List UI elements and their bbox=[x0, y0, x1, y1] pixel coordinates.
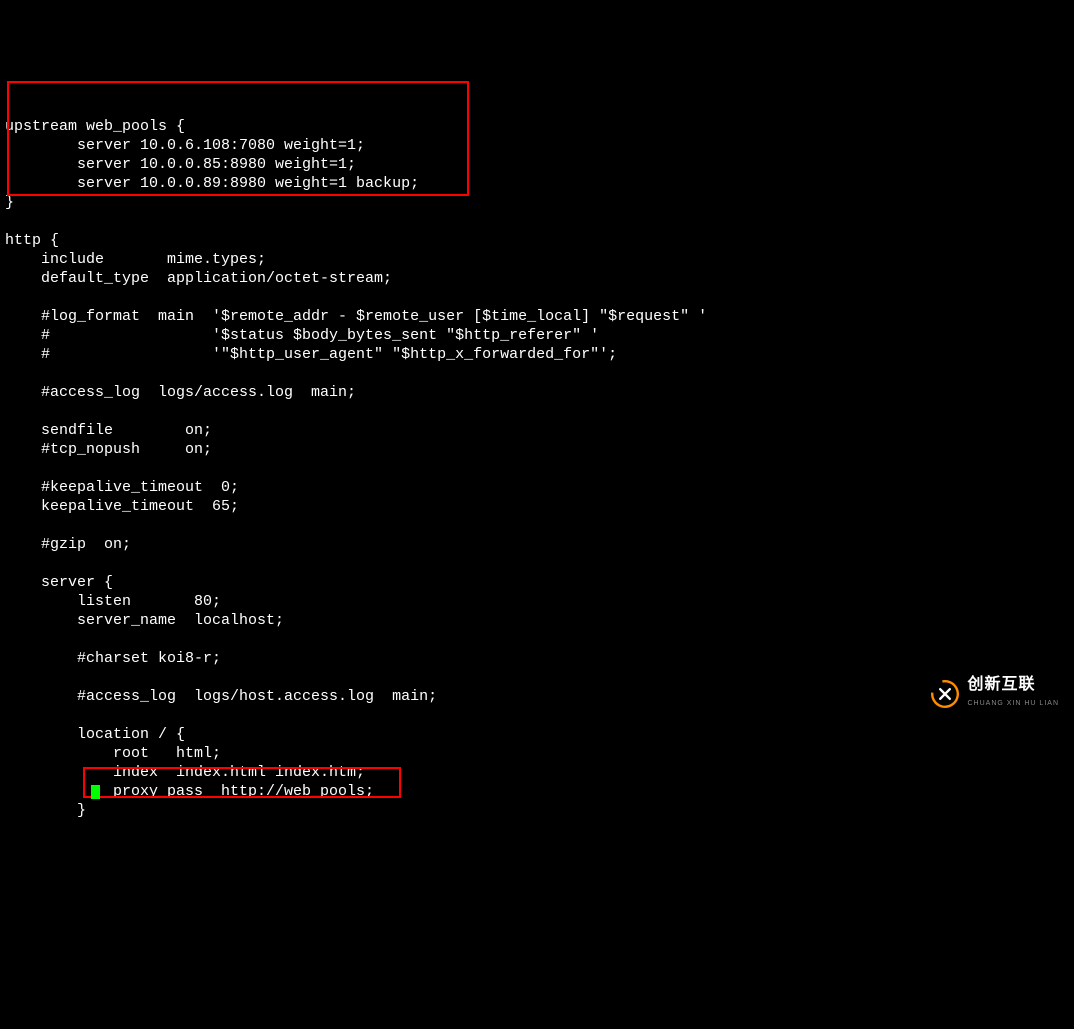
logo-sub-text: CHUANG XIN HU LIAN bbox=[967, 694, 1059, 713]
code-line bbox=[5, 364, 1069, 383]
code-line: listen 80; bbox=[5, 592, 1069, 611]
code-line bbox=[5, 288, 1069, 307]
code-line: keepalive_timeout 65; bbox=[5, 497, 1069, 516]
code-line: #access_log logs/host.access.log main; bbox=[5, 687, 1069, 706]
code-line: # '$status $body_bytes_sent "$http_refer… bbox=[5, 326, 1069, 345]
code-line: #access_log logs/access.log main; bbox=[5, 383, 1069, 402]
terminal-code-view: upstream web_pools { server 10.0.6.108:7… bbox=[5, 79, 1069, 896]
code-line: sendfile on; bbox=[5, 421, 1069, 440]
code-line: server_name localhost; bbox=[5, 611, 1069, 630]
terminal-cursor bbox=[91, 785, 100, 799]
watermark-logo: 创新互联 CHUANG XIN HU LIAN bbox=[929, 675, 1059, 713]
code-line: http { bbox=[5, 231, 1069, 250]
code-line bbox=[5, 212, 1069, 231]
code-line: server 10.0.6.108:7080 weight=1; bbox=[5, 136, 1069, 155]
code-line: server { bbox=[5, 573, 1069, 592]
code-line: default_type application/octet-stream; bbox=[5, 269, 1069, 288]
code-line bbox=[5, 668, 1069, 687]
code-line: include mime.types; bbox=[5, 250, 1069, 269]
code-line: #log_format main '$remote_addr - $remote… bbox=[5, 307, 1069, 326]
code-line bbox=[5, 402, 1069, 421]
code-line: #gzip on; bbox=[5, 535, 1069, 554]
code-line: } bbox=[5, 801, 1069, 820]
code-line: root html; bbox=[5, 744, 1069, 763]
logo-main-text: 创新互联 bbox=[967, 675, 1059, 694]
code-line: # '"$http_user_agent" "$http_x_forwarded… bbox=[5, 345, 1069, 364]
code-line: } bbox=[5, 193, 1069, 212]
code-line: server 10.0.0.89:8980 weight=1 backup; bbox=[5, 174, 1069, 193]
code-line: #tcp_nopush on; bbox=[5, 440, 1069, 459]
code-line bbox=[5, 630, 1069, 649]
code-line bbox=[5, 459, 1069, 478]
code-line: upstream web_pools { bbox=[5, 117, 1069, 136]
code-line: proxy_pass http://web_pools; bbox=[5, 782, 1069, 801]
code-line: #charset koi8-r; bbox=[5, 649, 1069, 668]
code-line: #keepalive_timeout 0; bbox=[5, 478, 1069, 497]
code-line bbox=[5, 516, 1069, 535]
code-line bbox=[5, 706, 1069, 725]
code-line: index index.html index.htm; bbox=[5, 763, 1069, 782]
code-line: server 10.0.0.85:8980 weight=1; bbox=[5, 155, 1069, 174]
code-line: location / { bbox=[5, 725, 1069, 744]
code-line bbox=[5, 554, 1069, 573]
logo-icon bbox=[929, 678, 961, 710]
